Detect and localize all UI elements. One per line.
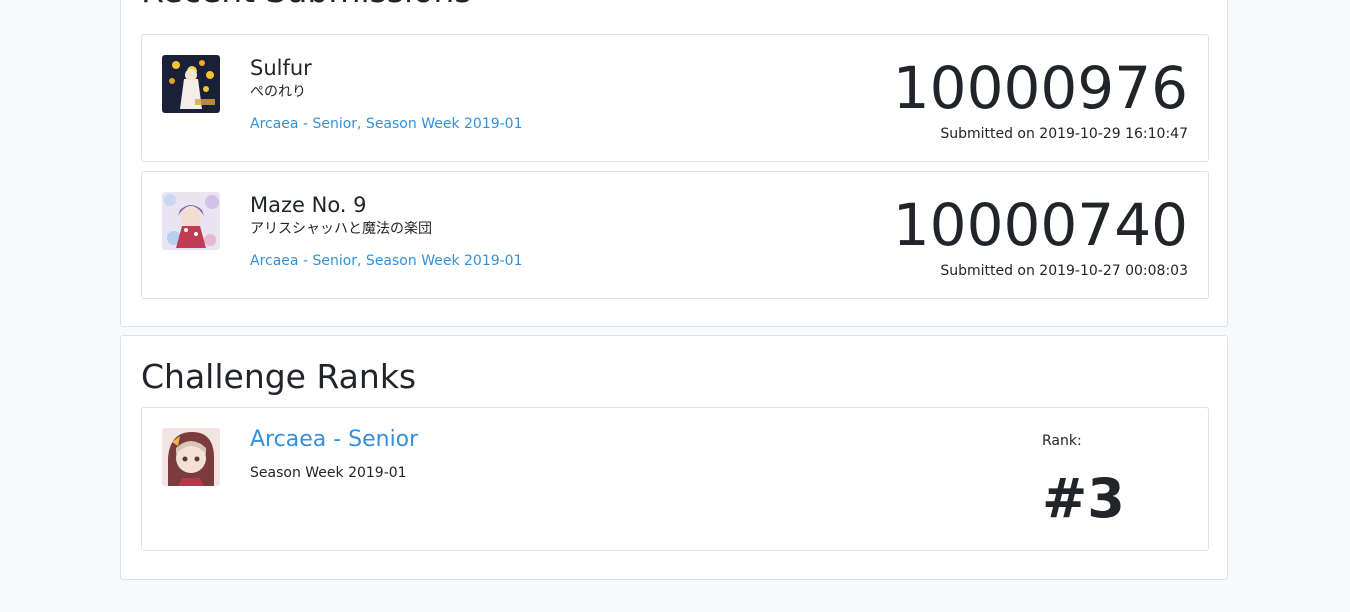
song-artist: ぺのれり [250, 84, 306, 100]
score: 10000976 [892, 54, 1188, 122]
rank-value: #3 [1042, 467, 1125, 530]
rank-card: Arcaea - Senior Season Week 2019-01 Rank… [141, 407, 1209, 551]
submitted-timestamp: Submitted on 2019-10-29 16:10:47 [940, 126, 1188, 142]
challenge-ranks-heading: Challenge Ranks [141, 357, 417, 396]
submission-card: Sulfur ぺのれり Arcaea - Senior, Season Week… [141, 34, 1209, 162]
recent-submissions-panel: Recent Submissions Sulfur ぺのれり Arcaea - … [120, 0, 1228, 327]
score: 10000740 [892, 191, 1188, 259]
submission-card: Maze No. 9 アリスシャッハと魔法の楽団 Arcaea - Senior… [141, 171, 1209, 299]
album-art-image [162, 55, 220, 113]
song-title: Maze No. 9 [250, 193, 367, 217]
challenge-title-link[interactable]: Arcaea - Senior [250, 426, 418, 454]
rank-label: Rank: [1042, 433, 1082, 449]
game-character-image [162, 428, 220, 486]
submitted-timestamp: Submitted on 2019-10-27 00:08:03 [940, 263, 1188, 279]
challenge-link[interactable]: Arcaea - Senior, Season Week 2019-01 [250, 252, 523, 270]
challenge-ranks-panel: Challenge Ranks Arcaea - Senior Season W… [120, 335, 1228, 580]
song-title: Sulfur [250, 56, 312, 80]
challenge-season: Season Week 2019-01 [250, 465, 407, 481]
challenge-link[interactable]: Arcaea - Senior, Season Week 2019-01 [250, 115, 523, 133]
recent-submissions-heading: Recent Submissions [141, 0, 472, 11]
song-artist: アリスシャッハと魔法の楽団 [250, 221, 432, 237]
album-art-image [162, 192, 220, 250]
